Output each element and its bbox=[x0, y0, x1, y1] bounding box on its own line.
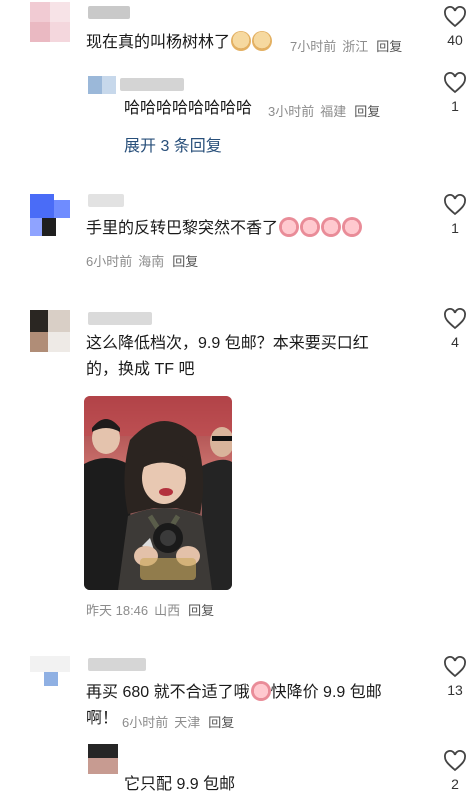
reply-button[interactable]: 回复 bbox=[188, 603, 214, 618]
reply-button[interactable]: 回复 bbox=[376, 39, 402, 54]
comment-meta: 6小时前 天津 回复 bbox=[122, 715, 235, 730]
comment-text: 这么降低档次，9.9 包邮？本来要买口红 的，换成 TF 吧 bbox=[86, 335, 369, 378]
expand-replies-button[interactable]: 展开 3 条回复 bbox=[124, 132, 222, 156]
like-count: 2 bbox=[451, 776, 459, 792]
emoji-cry-icon bbox=[342, 217, 363, 237]
heart-outline-icon bbox=[444, 656, 466, 678]
avatar[interactable] bbox=[30, 656, 70, 690]
avatar[interactable] bbox=[30, 310, 70, 352]
emoji-cry-icon bbox=[250, 681, 271, 701]
comment-meta: 6小时前 海南 回复 bbox=[86, 254, 199, 269]
like-count: 4 bbox=[451, 334, 459, 350]
comment-text: 哈哈哈哈哈哈哈哈 bbox=[124, 100, 253, 117]
reply-button[interactable]: 回复 bbox=[172, 254, 198, 269]
like-button[interactable]: 40 bbox=[440, 6, 468, 48]
like-button[interactable]: 2 bbox=[440, 750, 468, 792]
like-count: 13 bbox=[447, 682, 463, 698]
avatar[interactable] bbox=[30, 194, 70, 236]
heart-outline-icon bbox=[444, 6, 466, 28]
heart-outline-icon bbox=[444, 194, 466, 216]
emoji-face-icon bbox=[231, 31, 252, 51]
emoji-cry-icon bbox=[321, 217, 342, 237]
reply-button[interactable]: 回复 bbox=[208, 715, 234, 730]
like-button[interactable]: 1 bbox=[440, 72, 468, 114]
username[interactable] bbox=[88, 312, 152, 325]
reply-button[interactable]: 回复 bbox=[354, 104, 380, 119]
comment-text: 手里的反转巴黎突然不香了 bbox=[86, 216, 363, 242]
comment-image[interactable] bbox=[84, 396, 232, 590]
username[interactable] bbox=[88, 194, 124, 207]
username[interactable] bbox=[88, 658, 146, 671]
comment-text: 现在真的叫杨树林了 bbox=[86, 30, 273, 56]
avatar[interactable] bbox=[88, 744, 118, 774]
like-button[interactable]: 4 bbox=[440, 308, 468, 350]
like-button[interactable]: 13 bbox=[440, 656, 468, 698]
comment-text: 它只配 9.9 包邮 bbox=[124, 776, 236, 793]
avatar[interactable] bbox=[30, 2, 70, 42]
like-count: 1 bbox=[451, 220, 459, 236]
comment-meta: 昨天 18:46 山西 回复 bbox=[86, 603, 215, 618]
heart-outline-icon bbox=[444, 308, 466, 330]
emoji-face-icon bbox=[252, 31, 273, 51]
emoji-cry-icon bbox=[300, 217, 321, 237]
like-count: 40 bbox=[447, 32, 463, 48]
avatar[interactable] bbox=[88, 76, 116, 94]
like-count: 1 bbox=[451, 98, 459, 114]
heart-outline-icon bbox=[444, 72, 466, 94]
username[interactable] bbox=[120, 78, 184, 91]
like-button[interactable]: 1 bbox=[440, 194, 468, 236]
username[interactable] bbox=[88, 6, 130, 19]
heart-outline-icon bbox=[444, 750, 466, 772]
comment-meta: 3小时前 福建 回复 bbox=[268, 104, 381, 119]
emoji-cry-icon bbox=[279, 217, 300, 237]
comment-meta: 7小时前 浙江 回复 bbox=[290, 39, 403, 54]
